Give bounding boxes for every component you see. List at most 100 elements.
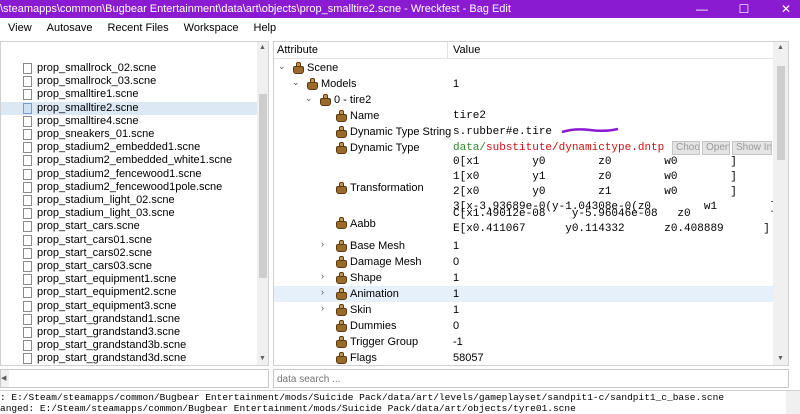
data-search-input[interactable] (277, 372, 782, 386)
tree-row-flags[interactable]: Flags 58057 (274, 350, 773, 365)
file-list-item[interactable]: prop_smallrock_02.scne (1, 62, 257, 75)
value-flags: 58057 (453, 352, 484, 364)
file-list-item[interactable]: prop_start_equipment1.scne (1, 273, 257, 286)
expand-chevron-icon[interactable]: › (321, 239, 324, 249)
aabb-row-c[interactable]: C[x1.49012e-08 y-5.96046e-08 z0 ] (453, 208, 783, 220)
file-list-item[interactable]: prop_start_cars02.scne (1, 247, 257, 260)
scroll-thumb[interactable] (259, 94, 267, 278)
log-line: anged: E:/Steam/steamapps/common/Bugbear… (0, 403, 576, 414)
transform-row-1[interactable]: 1[x0 y1 z0 w0 ] (453, 171, 737, 183)
file-icon (23, 300, 32, 312)
tree-row-name[interactable]: Name tire2 (274, 108, 773, 124)
choose-button[interactable]: Choo (672, 141, 700, 155)
file-list-item[interactable]: prop_stadium2_embedded1.scne (1, 141, 257, 154)
file-icon (23, 76, 32, 88)
expand-chevron-icon[interactable]: › (321, 271, 324, 281)
attr-animation: Animation (350, 288, 399, 300)
value-dynamic-type[interactable]: data/substitute/dynamictype.dntp (453, 142, 664, 154)
bag-icon (336, 182, 347, 194)
tree-row-dynamic-type[interactable]: Dynamic Type data/substitute/dynamictype… (274, 140, 773, 156)
bag-icon (336, 240, 347, 252)
attr-aabb: Aabb (350, 218, 376, 230)
column-divider[interactable] (447, 42, 448, 59)
file-list-item[interactable]: prop_stadium2_fencewood1pole.scne (1, 181, 257, 194)
tree-row-base-mesh[interactable]: › Base Mesh 1 (274, 238, 773, 254)
file-list-item[interactable]: prop_start_cars03.scne (1, 260, 257, 273)
column-attribute[interactable]: Attribute (277, 44, 318, 56)
menu-workspace[interactable]: Workspace (176, 22, 246, 34)
tree-row-shape[interactable]: › Shape 1 (274, 270, 773, 286)
menu-autosave[interactable]: Autosave (39, 22, 100, 34)
file-list-item[interactable]: prop_smalltire4.scne (1, 115, 257, 128)
file-list-item[interactable]: prop_start_grandstand3d.scne (1, 352, 257, 365)
tree-row-scene[interactable]: ⌄ Scene (274, 60, 773, 76)
scroll-up-icon[interactable]: ▲ (259, 44, 266, 51)
menu-help[interactable]: Help (246, 22, 284, 34)
file-name: prop_stadium2_embedded1.scne (37, 141, 201, 154)
file-list-item[interactable]: prop_start_cars01.scne (1, 234, 257, 247)
menu-recent-files[interactable]: Recent Files (100, 22, 176, 34)
file-list-item[interactable]: prop_stadium2_fencewood1.scne (1, 168, 257, 181)
tree-row-tire[interactable]: ⌄ 0 - tire2 (274, 92, 773, 108)
file-name: prop_start_grandstand3d.scne (37, 352, 187, 365)
expand-chevron-icon[interactable]: › (321, 303, 324, 313)
file-icon (23, 313, 32, 325)
tree-scrollbar[interactable]: ▲ ▼ (773, 42, 788, 365)
file-icon (23, 261, 32, 272)
show-in-explorer-button[interactable]: Show In E (732, 141, 772, 155)
value-name[interactable]: tire2 (453, 110, 486, 122)
scroll-left-icon[interactable]: ◀ (1, 370, 9, 387)
scroll-thumb[interactable] (777, 66, 785, 160)
minimize-button[interactable]: — (688, 0, 716, 18)
transform-row-2[interactable]: 2[x0 y0 z1 w0 ] (453, 186, 737, 198)
tree-row-skin[interactable]: › Skin 1 (274, 302, 773, 318)
file-list-item[interactable]: prop_sneakers_01.scne (1, 128, 257, 141)
open-button[interactable]: Open (702, 141, 730, 155)
log-scrollbar[interactable] (786, 391, 800, 414)
file-list-item[interactable]: prop_smallrock_03.scne (1, 75, 257, 88)
file-list-scrollbar[interactable]: ▲ ▼ (257, 42, 268, 365)
file-list-item[interactable]: prop_start_equipment2.scne (1, 286, 257, 299)
file-list-item[interactable]: prop_start_grandstand3b.scne (1, 339, 257, 352)
attr-dummies: Dummies (350, 320, 397, 332)
scroll-down-icon[interactable]: ▼ (259, 355, 266, 362)
maximize-button[interactable]: ☐ (730, 0, 758, 18)
file-list-item[interactable]: prop_start_cars.scne (1, 220, 257, 233)
menu-view[interactable]: View (0, 22, 39, 34)
file-list-item[interactable]: prop_start_grandstand3.scne (1, 326, 257, 339)
expand-chevron-icon[interactable]: › (321, 287, 324, 297)
value-dynamic-type-string[interactable]: s.rubber#e.tire (453, 126, 552, 138)
aabb-row-e[interactable]: E[x0.411067 y0.114332 z0.408889 ] (453, 223, 770, 235)
tree-row-aabb[interactable]: Aabb C[x1.49012e-08 y-5.96046e-08 z0 ] E… (274, 206, 783, 240)
column-value[interactable]: Value (453, 44, 480, 56)
scroll-up-icon[interactable]: ▲ (777, 44, 784, 51)
file-icon (23, 208, 32, 220)
file-icon (23, 274, 32, 286)
collapse-chevron-icon[interactable]: ⌄ (305, 93, 313, 104)
file-name: prop_sneakers_01.scne (37, 128, 155, 140)
file-search-box[interactable]: ◀ (0, 369, 269, 388)
tree-row-animation[interactable]: › Animation 1 (274, 286, 773, 302)
file-name: prop_start_equipment3.scne (37, 299, 177, 312)
transform-row-0[interactable]: 0[x1 y0 z0 w0 ] (453, 156, 737, 168)
collapse-chevron-icon[interactable]: ⌄ (278, 61, 286, 72)
attr-dynamic-type: Dynamic Type (350, 142, 420, 154)
file-list-item[interactable]: prop_stadium2_embedded_white1.scne (1, 154, 257, 167)
close-button[interactable]: ✕ (772, 0, 800, 18)
tree-row-damage-mesh[interactable]: Damage Mesh 0 (274, 254, 773, 270)
attr-skin: Skin (350, 304, 372, 316)
tree-row-trigger-group[interactable]: Trigger Group -1 (274, 334, 773, 350)
tree-row-models[interactable]: ⌄ Models 1 (274, 76, 773, 92)
file-list-item[interactable]: prop_start_equipment3.scne (1, 300, 257, 313)
bag-icon (336, 304, 347, 316)
file-list-item[interactable]: prop_stadium_light_02.scne (1, 194, 257, 207)
tree-row-dynamic-type-string[interactable]: Dynamic Type String s.rubber#e.tire (274, 124, 773, 140)
tree-row-dummies[interactable]: Dummies 0 (274, 318, 773, 334)
file-list-item[interactable]: prop_smalltire2.scne (1, 101, 257, 115)
collapse-chevron-icon[interactable]: ⌄ (292, 77, 300, 88)
file-list-item[interactable]: prop_stadium_light_03.scne (1, 207, 257, 220)
data-search-box[interactable] (273, 369, 789, 388)
file-list-item[interactable]: prop_start_grandstand1.scne (1, 313, 257, 326)
scroll-down-icon[interactable]: ▼ (777, 355, 784, 362)
file-list-item[interactable]: prop_smalltire1.scne (1, 88, 257, 101)
